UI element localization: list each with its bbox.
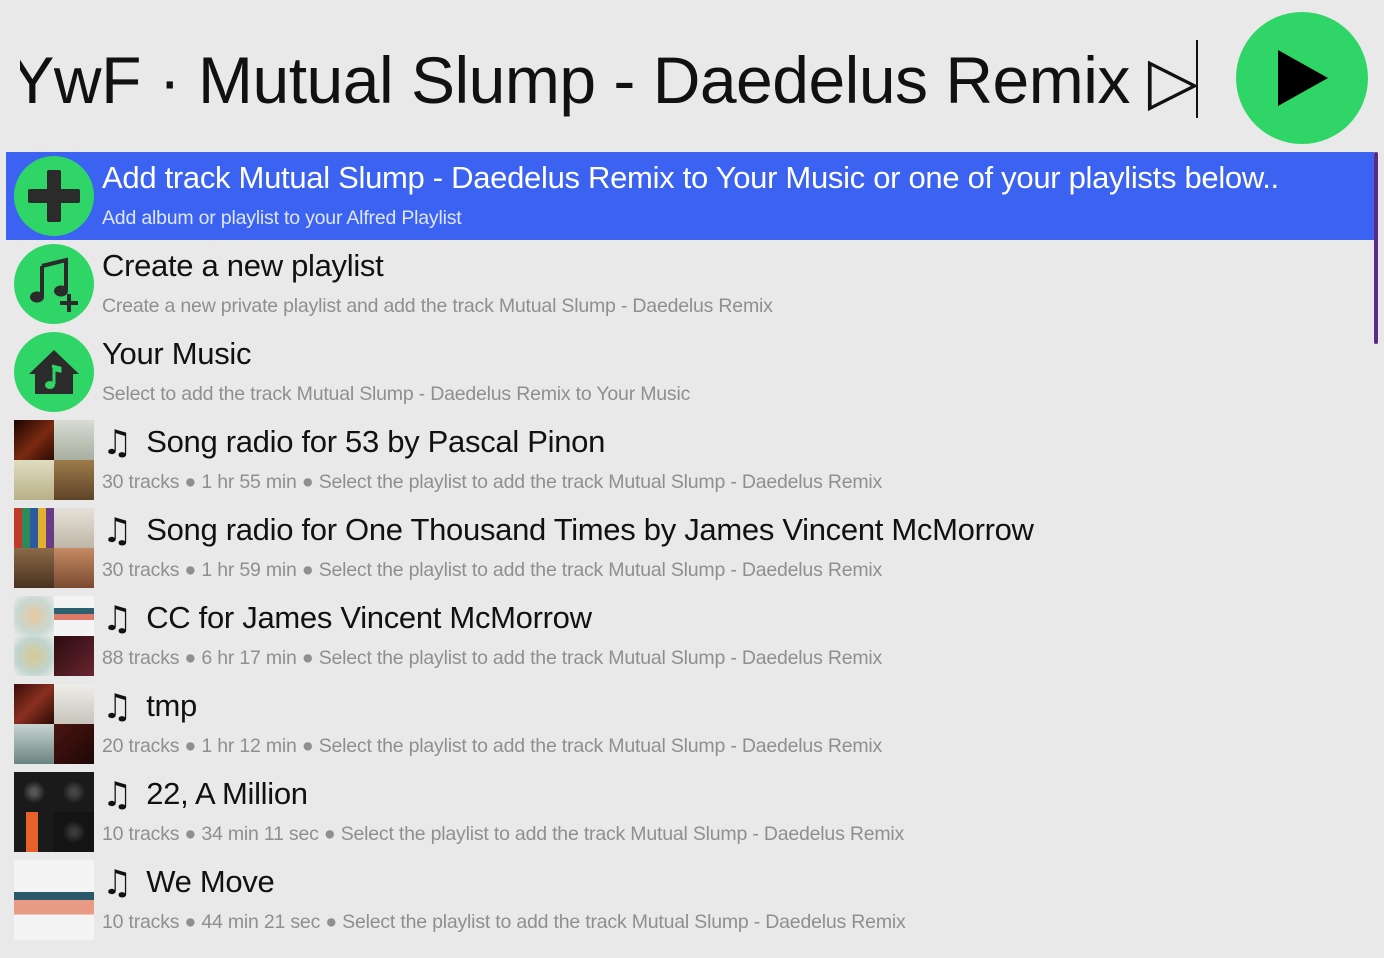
music-note-icon: ♫ — [102, 511, 133, 551]
music-note-icon: ♫ — [102, 423, 133, 463]
music-note-icon: ♫ — [102, 863, 133, 903]
result-title-text: 22, A Million — [146, 776, 308, 811]
play-button[interactable] — [1236, 12, 1368, 144]
result-title: ♫ Song radio for One Thousand Times by Ja… — [102, 510, 1034, 551]
result-subtitle: 88 tracks ● 6 hr 17 min ● Select the pla… — [102, 647, 883, 669]
result-row-playlist[interactable]: ♫ Song radio for One Thousand Times by Ja… — [6, 504, 1374, 592]
playlist-artwork — [14, 508, 94, 588]
result-subtitle: 30 tracks ● 1 hr 59 min ● Select the pla… — [102, 559, 883, 581]
result-subtitle: Add album or playlist to your Alfred Pla… — [102, 207, 462, 229]
result-subtitle: Create a new private playlist and add th… — [102, 295, 773, 317]
music-note-icon: ♫ — [102, 775, 133, 815]
play-icon — [1278, 50, 1328, 106]
result-row-playlist[interactable]: ♫ We Move 10 tracks ● 44 min 21 sec ● Sel… — [6, 856, 1374, 944]
playlist-artwork — [14, 596, 94, 676]
plus-icon — [14, 156, 94, 236]
result-title-text: We Move — [146, 864, 275, 899]
results-list: Add track Mutual Slump - Daedelus Remix … — [6, 152, 1374, 958]
home-music-icon — [14, 332, 94, 412]
result-title-text: tmp — [146, 688, 197, 723]
result-title-text: Song radio for 53 by Pascal Pinon — [146, 424, 606, 459]
result-row-playlist[interactable]: ♫ CC for James Vincent McMorrow 88 tracks… — [6, 592, 1374, 680]
playlist-artwork — [14, 420, 94, 500]
playlist-artwork — [14, 860, 94, 940]
result-subtitle: 10 tracks ● 34 min 11 sec ● Select the p… — [102, 823, 905, 845]
alfred-window: nkYwF · Mutual Slump - Daedelus Remix ▷ … — [0, 0, 1384, 958]
result-subtitle: 20 tracks ● 1 hr 12 min ● Select the pla… — [102, 735, 883, 757]
playlist-artwork — [14, 772, 94, 852]
result-title: Your Music — [102, 336, 252, 371]
music-plus-icon — [14, 244, 94, 324]
music-note-icon: ♫ — [102, 687, 133, 727]
result-title: Add track Mutual Slump - Daedelus Remix … — [102, 160, 1279, 195]
result-title: Create a new playlist — [102, 248, 384, 283]
result-title-text: CC for James Vincent McMorrow — [146, 600, 592, 635]
search-bar: nkYwF · Mutual Slump - Daedelus Remix ▷ — [0, 0, 1384, 150]
search-input[interactable]: nkYwF · Mutual Slump - Daedelus Remix ▷ — [20, 30, 1198, 130]
result-title: ♫ tmp — [102, 686, 197, 727]
result-title: ♫ Song radio for 53 by Pascal Pinon — [102, 422, 605, 463]
result-title: ♫ CC for James Vincent McMorrow — [102, 598, 592, 639]
result-row-playlist[interactable]: ♫ Song radio for 53 by Pascal Pinon 30 tr… — [6, 416, 1374, 504]
result-row-your-music[interactable]: Your Music Select to add the track Mutua… — [6, 328, 1374, 416]
result-subtitle: 10 tracks ● 44 min 21 sec ● Select the p… — [102, 911, 906, 933]
result-row-create-playlist[interactable]: Create a new playlist Create a new priva… — [6, 240, 1374, 328]
result-subtitle: Select to add the track Mutual Slump - D… — [102, 383, 691, 405]
result-row-playlist[interactable]: ♫ tmp 20 tracks ● 1 hr 12 min ● Select th… — [6, 680, 1374, 768]
result-title: ♫ 22, A Million — [102, 774, 308, 815]
search-query-text[interactable]: nkYwF · Mutual Slump - Daedelus Remix ▷ — [20, 38, 1198, 122]
text-caret — [1196, 40, 1198, 118]
result-title: ♫ We Move — [102, 862, 275, 903]
results-scrollbar[interactable] — [1374, 152, 1378, 344]
music-note-icon: ♫ — [102, 599, 133, 639]
result-row-playlist[interactable]: ♫ 22, A Million 10 tracks ● 34 min 11 sec… — [6, 768, 1374, 856]
result-title-text: Song radio for One Thousand Times by Jam… — [146, 512, 1034, 547]
result-row-add-track[interactable]: Add track Mutual Slump - Daedelus Remix … — [6, 152, 1374, 240]
result-subtitle: 30 tracks ● 1 hr 55 min ● Select the pla… — [102, 471, 883, 493]
playlist-artwork — [14, 684, 94, 764]
